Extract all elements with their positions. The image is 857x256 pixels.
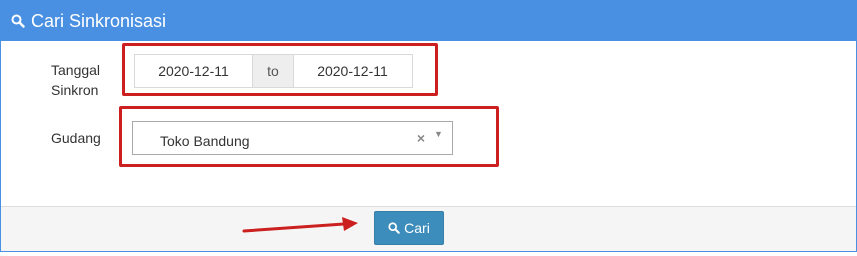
panel-heading: Cari Sinkronisasi xyxy=(1,1,856,41)
gudang-label: Gudang xyxy=(51,130,101,146)
tanggal-sinkron-label: Tanggal Sinkron xyxy=(51,62,101,98)
search-button-label: Cari xyxy=(404,220,430,236)
gudang-highlight-box xyxy=(119,106,499,167)
search-icon xyxy=(388,222,400,234)
pointer-arrow xyxy=(242,217,358,233)
search-icon xyxy=(11,14,25,28)
search-button[interactable]: Cari xyxy=(374,211,444,245)
date-range-highlight-box xyxy=(122,43,438,96)
panel-title: Cari Sinkronisasi xyxy=(31,10,167,31)
